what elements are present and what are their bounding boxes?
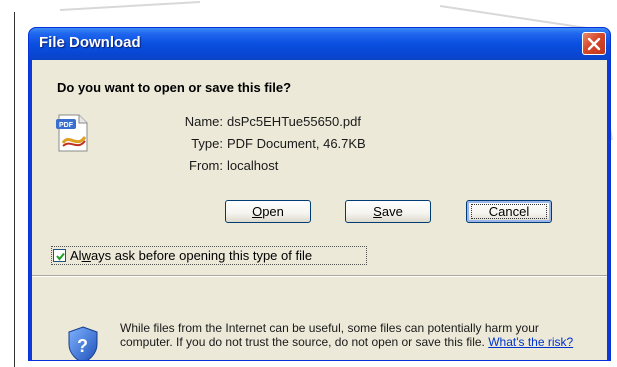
dialog-body: Do you want to open or save this file? P… bbox=[32, 60, 607, 360]
file-source-value: localhost bbox=[227, 158, 279, 173]
security-warning-text: While files from the Internet can be use… bbox=[120, 321, 590, 349]
label-mnemonic: w bbox=[81, 248, 91, 263]
focus-ring bbox=[471, 204, 547, 219]
close-button[interactable] bbox=[582, 32, 606, 55]
open-button[interactable]: Open bbox=[225, 200, 311, 223]
label-prefix: Al bbox=[70, 248, 82, 263]
open-label-rest: pen bbox=[262, 204, 284, 219]
svg-text:?: ? bbox=[77, 336, 88, 356]
name-label: Name: bbox=[184, 114, 223, 129]
dialog-question: Do you want to open or save this file? bbox=[57, 80, 292, 95]
pdf-file-icon: PDF bbox=[56, 114, 88, 152]
close-icon bbox=[587, 37, 601, 51]
file-type-value: PDF Document, 46.7KB bbox=[227, 136, 366, 151]
always-ask-label[interactable]: Always ask before opening this type of f… bbox=[70, 248, 312, 263]
save-label-rest: ave bbox=[381, 204, 403, 219]
label-rest: ays ask before opening this type of file bbox=[90, 248, 313, 263]
shield-question-icon: ? bbox=[68, 326, 98, 360]
file-name-value: dsPc5EHTue55650.pdf bbox=[227, 114, 361, 129]
whats-the-risk-link[interactable]: What's the risk? bbox=[488, 335, 573, 349]
svg-text:PDF: PDF bbox=[59, 122, 74, 129]
always-ask-checkbox[interactable] bbox=[53, 249, 66, 262]
warning-body: While files from the Internet can be use… bbox=[120, 321, 539, 349]
save-button[interactable]: Save bbox=[345, 200, 431, 223]
cancel-button[interactable]: Cancel bbox=[466, 200, 552, 223]
title-bar[interactable]: File Download bbox=[29, 28, 610, 60]
file-download-dialog: File Download Do you want to open or sav… bbox=[28, 27, 611, 361]
separator bbox=[32, 275, 607, 277]
checkmark-icon bbox=[56, 252, 65, 261]
page-edge-line bbox=[14, 12, 15, 367]
open-mnemonic: O bbox=[252, 204, 263, 219]
window-title: File Download bbox=[39, 34, 141, 51]
type-label: Type: bbox=[191, 136, 223, 151]
from-label: From: bbox=[189, 158, 223, 173]
save-mnemonic: S bbox=[373, 204, 382, 219]
